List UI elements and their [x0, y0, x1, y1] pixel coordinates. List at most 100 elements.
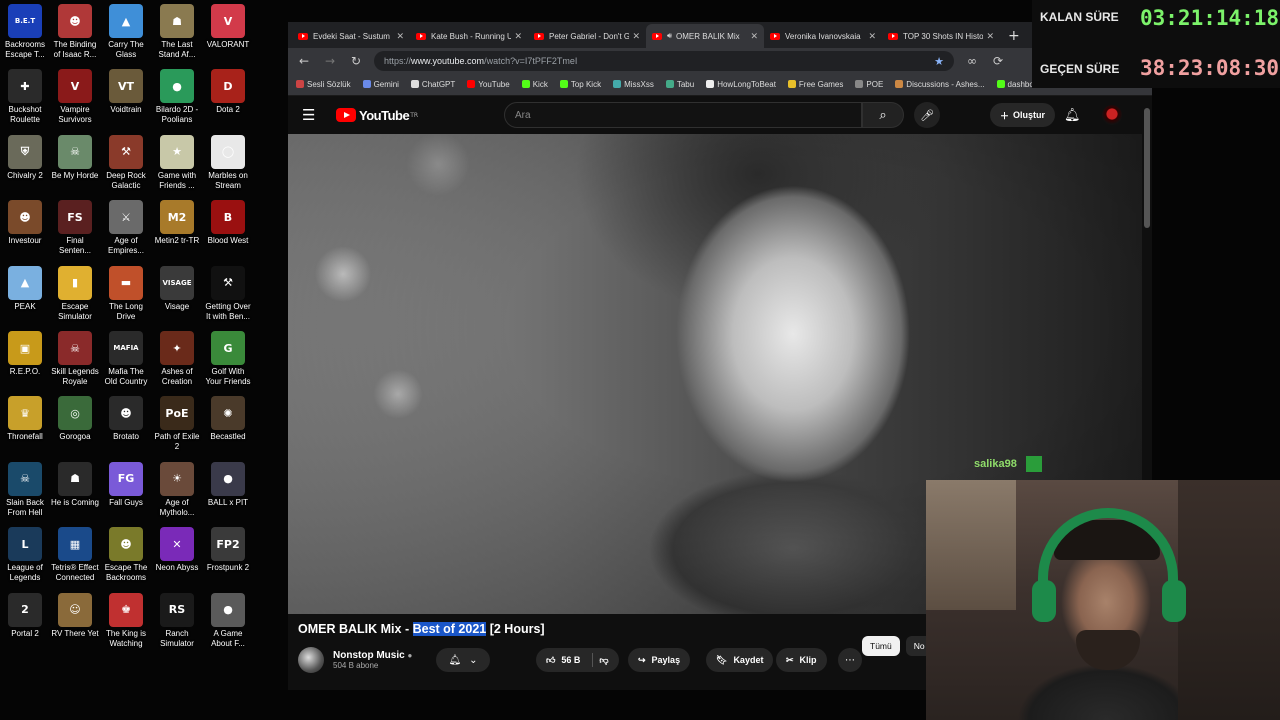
desktop-icon[interactable]: ☻ Brotato: [101, 396, 151, 442]
desktop-icon[interactable]: ▲ PEAK: [0, 265, 50, 312]
desktop-icon[interactable]: V VALORANT: [203, 4, 253, 50]
desktop-icon[interactable]: PoE Path of Exile 2: [152, 396, 202, 452]
search-input[interactable]: Ara: [504, 102, 862, 128]
desktop-icon[interactable]: M2 Metin2 tr-TR: [152, 200, 202, 246]
desktop-icon[interactable]: 2 Portal 2: [0, 592, 50, 639]
desktop-icon[interactable]: ▦ Tetris® Effect Connected: [50, 527, 100, 583]
browser-tab[interactable]: Peter Gabriel - Don't G ✕: [528, 24, 646, 48]
bookmark-star-icon[interactable]: ★: [934, 55, 944, 68]
browser-tab[interactable]: Evdeki Saat - Sustum ✕: [292, 24, 410, 48]
desktop-icon[interactable]: ☠ Skill Legends Royale: [50, 331, 100, 387]
desktop-icon[interactable]: ◯ Marbles on Stream: [203, 134, 253, 191]
desktop-icon[interactable]: ☗ The Last Stand Af...: [152, 4, 202, 60]
browser-tab[interactable]: TOP 30 Shots IN Histo ✕: [882, 24, 1000, 48]
desktop-icon[interactable]: ☻ The Binding of Isaac R...: [50, 4, 100, 60]
bookmark-item[interactable]: YouTube: [467, 80, 510, 89]
desktop-icon[interactable]: ⚒ Deep Rock Galactic: [101, 134, 151, 191]
desktop-icon[interactable]: ● A Game About F...: [203, 592, 253, 649]
sync-icon[interactable]: ⟳: [990, 54, 1006, 68]
desktop-icon[interactable]: ▣ R.E.P.O.: [0, 331, 50, 377]
url-field[interactable]: https://www.youtube.com/watch?v=I7tPFF2T…: [374, 51, 954, 71]
desktop-icon[interactable]: ⚒ Getting Over It with Ben...: [203, 265, 253, 322]
create-button[interactable]: ＋ Oluştur: [990, 103, 1056, 127]
desktop-icon[interactable]: G Golf With Your Friends: [203, 331, 253, 387]
bookmark-item[interactable]: Sesli Sözlük: [296, 80, 351, 89]
desktop-icon[interactable]: ⛨ Chivalry 2: [0, 134, 50, 181]
desktop-icon[interactable]: ★ Game with Friends ...: [152, 134, 202, 191]
desktop-icon[interactable]: ✦ Ashes of Creation: [152, 331, 202, 387]
channel-name[interactable]: Nonstop Music ●: [333, 650, 412, 661]
desktop-icon[interactable]: ☗ He is Coming: [50, 461, 100, 508]
desktop-icon[interactable]: ● Bilardo 2D - Poolians: [152, 69, 202, 125]
desktop-icon[interactable]: ⚔ Age of Empires...: [101, 200, 151, 256]
menu-icon[interactable]: ☰: [302, 106, 322, 124]
desktop-icon[interactable]: ☻ Escape The Backrooms: [101, 527, 151, 583]
desktop-icon[interactable]: ▲ Carry The Glass: [101, 4, 151, 60]
desktop-icon[interactable]: ☺ RV There Yet: [50, 592, 100, 639]
close-tab-icon[interactable]: ✕: [986, 31, 994, 42]
desktop-icon[interactable]: FP2 Frostpunk 2: [203, 527, 253, 573]
desktop-icon[interactable]: ✚ Buckshot Roulette: [0, 69, 50, 125]
desktop-icon[interactable]: ♛ Thronefall: [0, 396, 50, 442]
close-tab-icon[interactable]: ✕: [868, 31, 876, 42]
bookmark-item[interactable]: MissXss: [613, 80, 654, 89]
desktop-icon[interactable]: ☻ Investour: [0, 200, 50, 246]
youtube-logo[interactable]: YouTube TR: [336, 108, 418, 123]
bookmark-item[interactable]: ChatGPT: [410, 80, 455, 89]
new-tab-button[interactable]: +: [1000, 28, 1028, 48]
desktop-icon[interactable]: ☠ Be My Horde: [50, 134, 100, 181]
desktop-icon[interactable]: VISAGE Visage: [152, 265, 202, 312]
desktop-icon[interactable]: FS Final Senten...: [50, 200, 100, 256]
bookmark-item[interactable]: Free Games: [787, 80, 843, 89]
reload-icon[interactable]: ↻: [348, 54, 364, 68]
share-button[interactable]: ↪ Paylaş: [628, 648, 691, 672]
notifications-bell-icon[interactable]: 🔔︎: [1064, 108, 1081, 123]
like-button[interactable]: 👍︎ 56 B 👎︎: [536, 648, 619, 672]
desktop-icon[interactable]: MAFIA Mafia The Old Country: [101, 331, 151, 387]
desktop-icon[interactable]: ▮ Escape Simulator: [50, 265, 100, 322]
bookmark-item[interactable]: Top Kick: [559, 80, 601, 89]
page-scrollbar[interactable]: [1144, 108, 1150, 228]
more-actions-button[interactable]: ⋯: [838, 648, 862, 672]
desktop-icon[interactable]: D Dota 2: [203, 69, 253, 115]
desktop-icon[interactable]: VT Voidtrain: [101, 69, 151, 115]
desktop-icon[interactable]: FG Fall Guys: [101, 461, 151, 508]
forward-icon[interactable]: →: [322, 54, 338, 68]
close-tab-icon[interactable]: ✕: [632, 31, 640, 42]
desktop-icon[interactable]: V Vampire Survivors: [50, 69, 100, 125]
back-icon[interactable]: ←: [296, 54, 312, 68]
account-avatar[interactable]: [1102, 105, 1122, 125]
clip-button[interactable]: ✂ Klip: [776, 648, 827, 672]
bookmark-item[interactable]: Kick: [521, 80, 548, 89]
desktop-icon[interactable]: ✺ Becastled: [203, 396, 253, 442]
bookmark-item[interactable]: Discussions - Ashes...: [895, 80, 985, 89]
subscribed-button[interactable]: 🔔︎ ⌄: [436, 648, 490, 672]
search-button[interactable]: ⌕: [862, 102, 904, 128]
desktop-icon[interactable]: ● BALL x PIT: [203, 461, 253, 508]
bookmark-item[interactable]: Tabu: [665, 80, 694, 89]
desktop-icon[interactable]: B.E.T Backrooms Escape T...: [0, 4, 50, 60]
desktop-icon[interactable]: ✕ Neon Abyss: [152, 527, 202, 573]
desktop-icon[interactable]: ♚ The King is Watching: [101, 592, 151, 649]
close-tab-icon[interactable]: ✕: [514, 31, 522, 42]
desktop-icon[interactable]: ▬ The Long Drive: [101, 265, 151, 322]
extension-icon[interactable]: ∞: [964, 54, 980, 68]
chip-all[interactable]: Tümü: [862, 636, 900, 656]
browser-tab[interactable]: 🔊︎ OMER BALIK Mix ✕: [646, 24, 764, 48]
close-tab-icon[interactable]: ✕: [750, 31, 758, 42]
save-button[interactable]: 🔖︎ Kaydet: [706, 648, 774, 672]
browser-tab[interactable]: Kate Bush - Running U ✕: [410, 24, 528, 48]
audio-playing-icon[interactable]: 🔊︎: [667, 31, 672, 41]
desktop-icon[interactable]: ◎ Gorogoa: [50, 396, 100, 442]
browser-tab[interactable]: Veronika Ivanovskaia ✕: [764, 24, 882, 48]
voice-search-button[interactable]: 🎤︎: [914, 102, 940, 128]
desktop-icon[interactable]: ☠ Slain Back From Hell: [0, 461, 50, 518]
desktop-icon[interactable]: RS Ranch Simulator: [152, 592, 202, 649]
thumbs-down-icon[interactable]: 👎︎: [599, 655, 608, 666]
bookmark-item[interactable]: HowLongToBeat: [706, 80, 776, 89]
bookmark-item[interactable]: Gemini: [362, 80, 399, 89]
desktop-icon[interactable]: L League of Legends: [0, 527, 50, 583]
desktop-icon[interactable]: B Blood West: [203, 200, 253, 246]
desktop-icon[interactable]: ☀ Age of Mytholo...: [152, 461, 202, 518]
channel-avatar[interactable]: [298, 647, 324, 673]
